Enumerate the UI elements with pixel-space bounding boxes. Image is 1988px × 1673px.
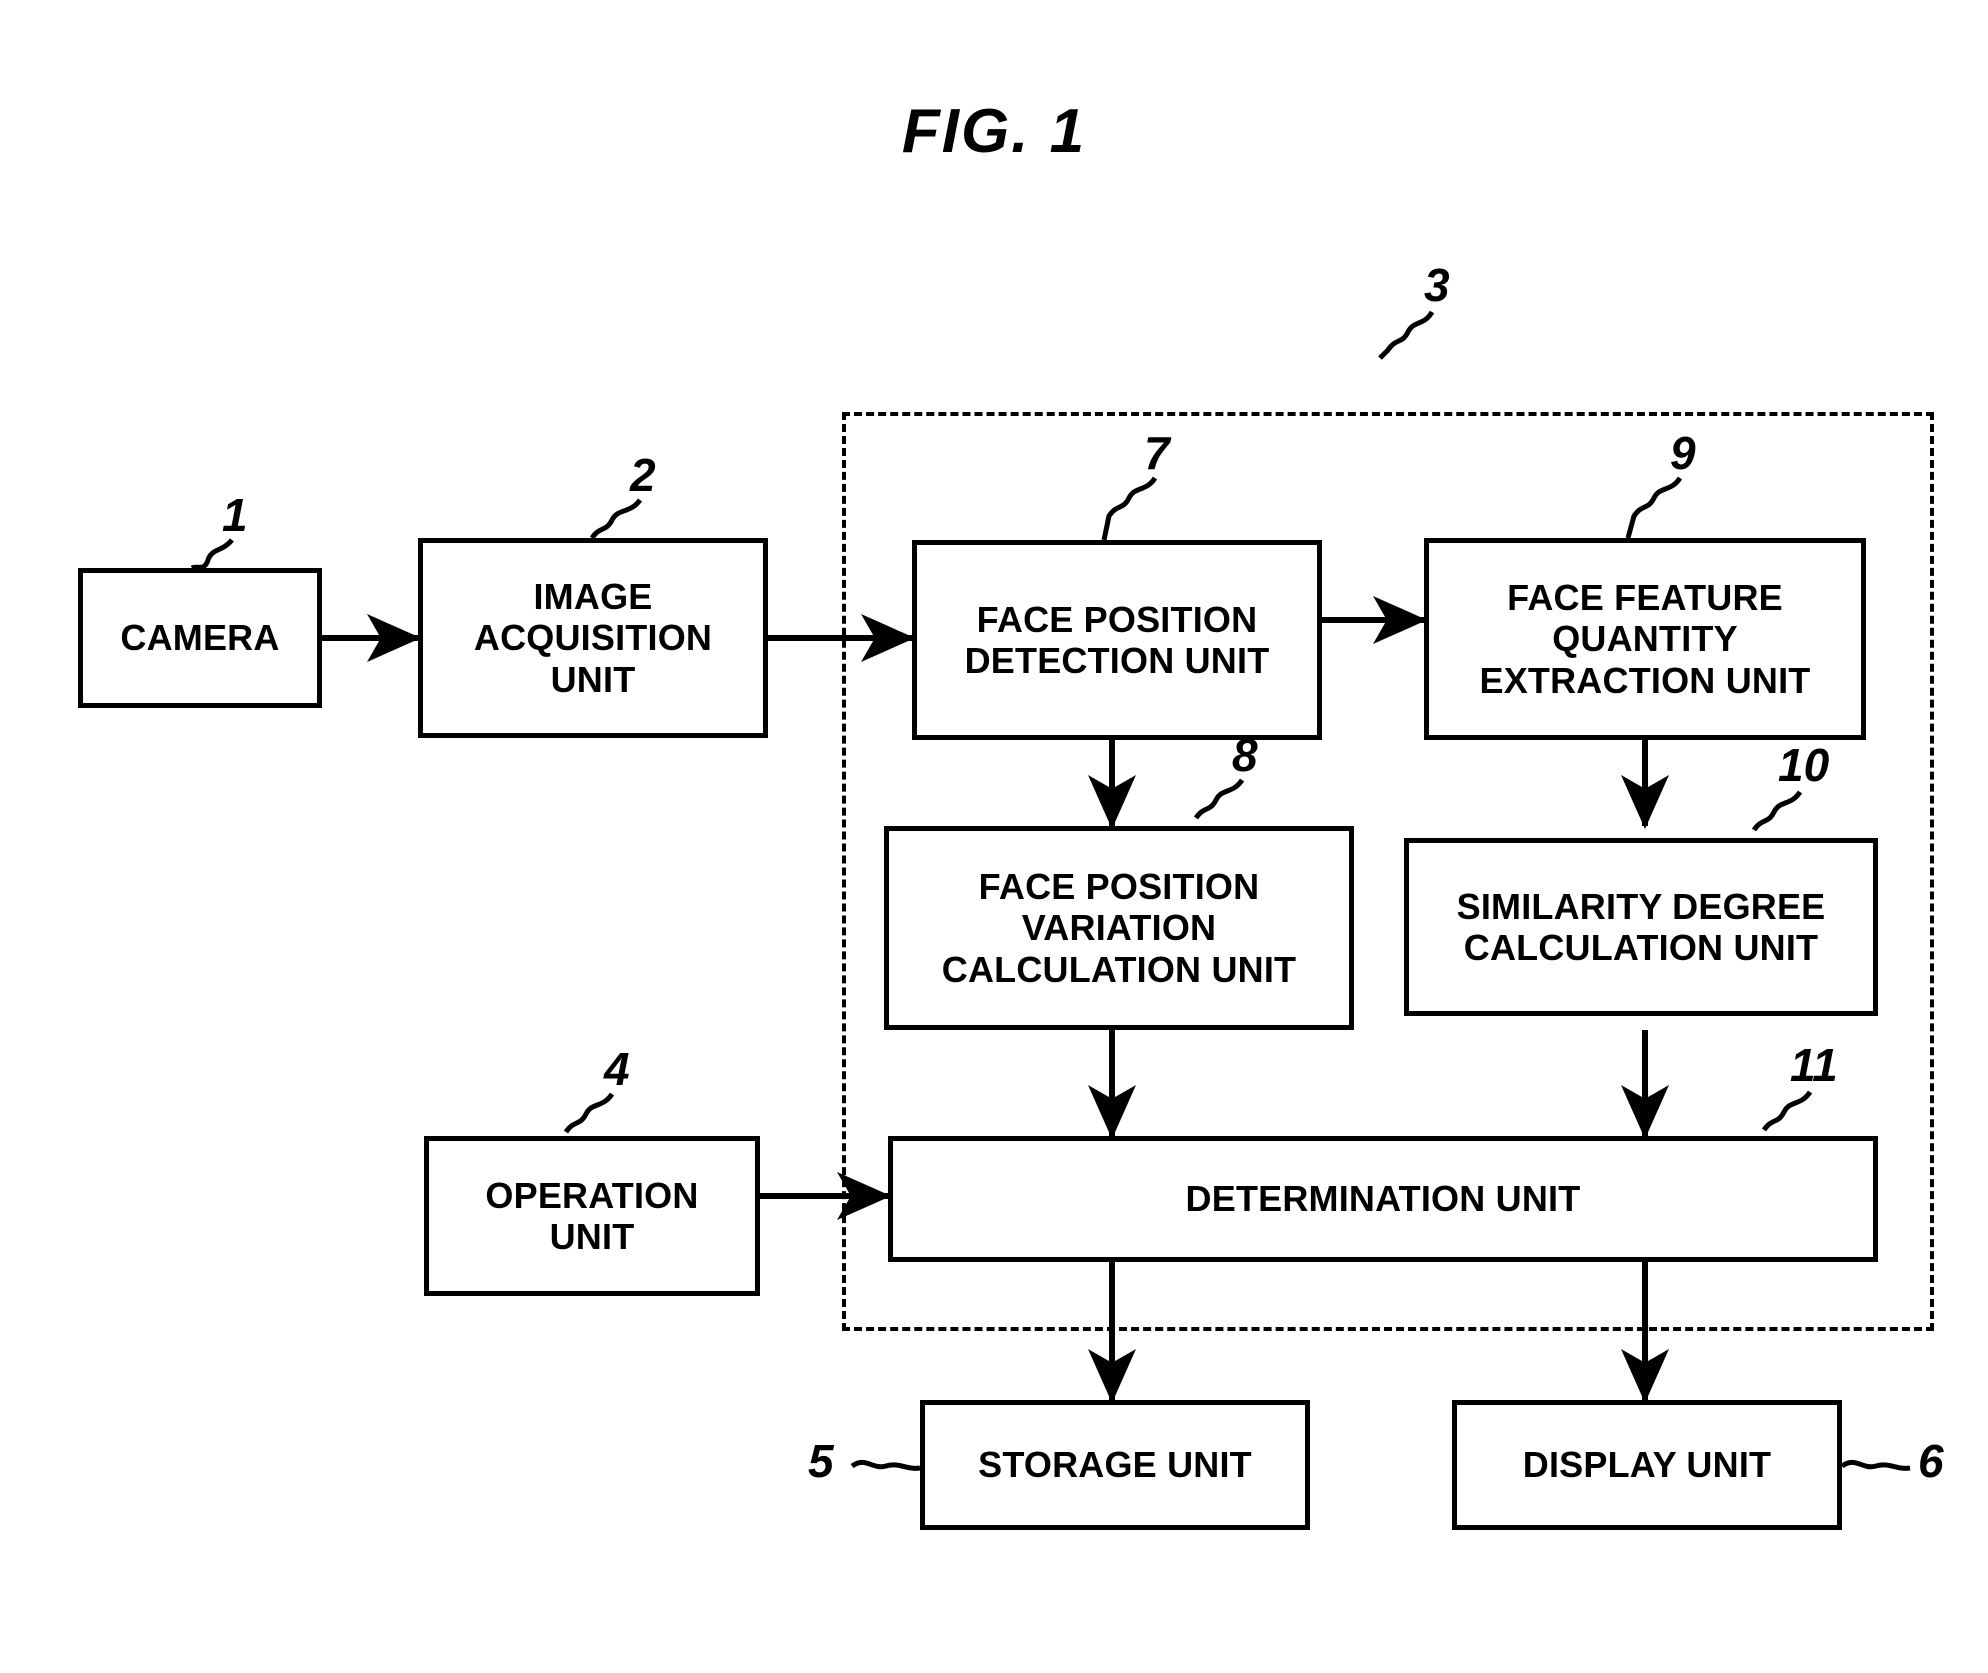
- box-determination[interactable]: DETERMINATION UNIT: [888, 1136, 1878, 1262]
- ref-numeral-10: 10: [1778, 739, 1830, 791]
- box-determination-label: DETERMINATION UNIT: [1185, 1178, 1581, 1220]
- figure-canvas: FIG. 1 CAMERA IMAGE ACQUISITION UNIT FAC…: [0, 0, 1988, 1673]
- box-camera[interactable]: CAMERA: [78, 568, 322, 708]
- ref-numeral-7: 7: [1144, 427, 1170, 479]
- ref-numeral-4: 4: [604, 1043, 630, 1095]
- box-camera-label: CAMERA: [120, 617, 280, 659]
- box-face-feature-quantity-extraction[interactable]: FACE FEATURE QUANTITY EXTRACTION UNIT: [1424, 538, 1866, 740]
- box-face-position-variation-calculation-label: FACE POSITION VARIATION CALCULATION UNIT: [941, 865, 1297, 990]
- box-face-position-detection-label: FACE POSITION DETECTION UNIT: [964, 598, 1270, 681]
- box-similarity-degree-calculation-label: SIMILARITY DEGREE CALCULATION UNIT: [1456, 885, 1826, 968]
- ref-numeral-2: 2: [630, 449, 656, 501]
- box-image-acquisition-label: IMAGE ACQUISITION UNIT: [473, 575, 713, 700]
- ref-numeral-5: 5: [808, 1435, 834, 1487]
- ref-numeral-1: 1: [222, 489, 248, 541]
- box-face-position-variation-calculation[interactable]: FACE POSITION VARIATION CALCULATION UNIT: [884, 826, 1354, 1030]
- figure-title: FIG. 1: [901, 97, 1087, 166]
- ref-numeral-8: 8: [1232, 729, 1258, 781]
- ref-numeral-11: 11: [1790, 1039, 1838, 1091]
- box-operation-label: OPERATION UNIT: [485, 1174, 699, 1257]
- box-display[interactable]: DISPLAY UNIT: [1452, 1400, 1842, 1530]
- box-storage[interactable]: STORAGE UNIT: [920, 1400, 1310, 1530]
- ref-numeral-9: 9: [1670, 427, 1696, 479]
- box-similarity-degree-calculation[interactable]: SIMILARITY DEGREE CALCULATION UNIT: [1404, 838, 1878, 1016]
- box-face-feature-quantity-extraction-label: FACE FEATURE QUANTITY EXTRACTION UNIT: [1479, 576, 1811, 701]
- box-display-label: DISPLAY UNIT: [1522, 1444, 1772, 1486]
- box-face-position-detection[interactable]: FACE POSITION DETECTION UNIT: [912, 540, 1322, 740]
- box-storage-label: STORAGE UNIT: [978, 1444, 1252, 1486]
- ref-numeral-6: 6: [1918, 1435, 1944, 1487]
- box-operation[interactable]: OPERATION UNIT: [424, 1136, 760, 1296]
- box-image-acquisition[interactable]: IMAGE ACQUISITION UNIT: [418, 538, 768, 738]
- ref-numeral-3: 3: [1424, 259, 1450, 311]
